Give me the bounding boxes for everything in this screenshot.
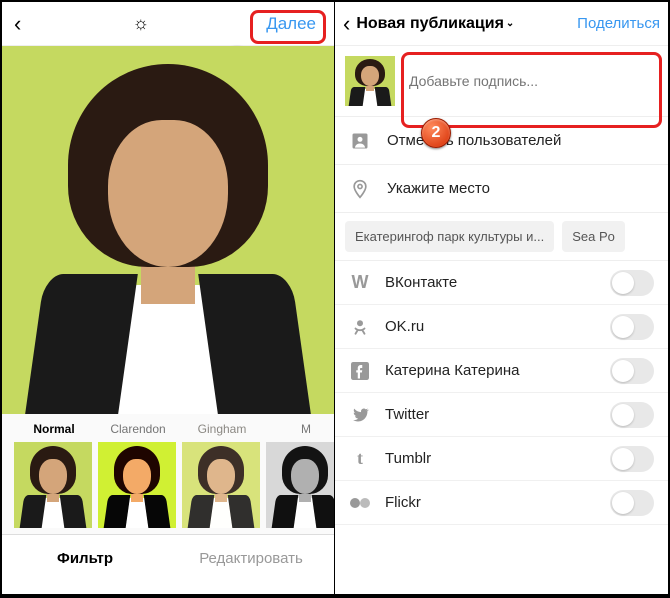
toggle[interactable] bbox=[610, 446, 654, 472]
filter-label: M bbox=[266, 422, 334, 436]
highlight-next bbox=[250, 10, 326, 44]
back-button[interactable]: ‹ bbox=[343, 11, 350, 37]
share-label: Катерина Катерина bbox=[385, 362, 596, 379]
photo-preview[interactable] bbox=[2, 46, 334, 414]
location-icon bbox=[349, 178, 371, 200]
toggle[interactable] bbox=[610, 358, 654, 384]
filter-label: Normal bbox=[14, 422, 94, 436]
flickr-icon bbox=[349, 492, 371, 514]
bottom-tabs: Фильтр Редактировать bbox=[2, 534, 334, 582]
share-twitter[interactable]: Twitter bbox=[335, 393, 668, 437]
share-label: ВКонтакте bbox=[385, 274, 596, 291]
location-label: Укажите место bbox=[387, 180, 490, 197]
brightness-icon[interactable]: ☼ bbox=[133, 13, 150, 34]
share-label: Tumblr bbox=[385, 450, 596, 467]
location-row[interactable]: Укажите место bbox=[335, 165, 668, 213]
back-button[interactable]: ‹ bbox=[14, 11, 21, 37]
tab-filter[interactable]: Фильтр bbox=[2, 535, 168, 582]
tag-users-label: Отметить пользователей bbox=[387, 132, 561, 149]
filter-screen: ‹ ☼ Далее 1 Normal Clarendon Gingham bbox=[2, 2, 335, 594]
filter-more[interactable]: M bbox=[266, 422, 334, 534]
location-chip[interactable]: Екатерингоф парк культуры и... bbox=[345, 221, 554, 252]
vk-icon: W bbox=[349, 272, 371, 294]
filter-label: Gingham bbox=[182, 422, 262, 436]
share-label: Twitter bbox=[385, 406, 596, 423]
toggle[interactable] bbox=[610, 402, 654, 428]
photo-thumbnail[interactable] bbox=[345, 56, 395, 106]
location-suggestions: Екатерингоф парк культуры и... Sea Po bbox=[335, 213, 668, 261]
page-title[interactable]: Новая публикация ⌄ bbox=[356, 15, 571, 33]
share-tumblr[interactable]: t Tumblr bbox=[335, 437, 668, 481]
share-button[interactable]: Поделиться bbox=[577, 15, 660, 32]
header-right: ‹ Новая публикация ⌄ Поделиться bbox=[335, 2, 668, 46]
location-chip[interactable]: Sea Po bbox=[562, 221, 625, 252]
step-badge-2: 2 bbox=[421, 118, 451, 148]
share-facebook[interactable]: Катерина Катерина bbox=[335, 349, 668, 393]
highlight-caption bbox=[401, 52, 662, 128]
tag-users-icon bbox=[349, 130, 371, 152]
toggle[interactable] bbox=[610, 490, 654, 516]
toggle[interactable] bbox=[610, 270, 654, 296]
twitter-icon bbox=[349, 404, 371, 426]
share-ok[interactable]: OK.ru bbox=[335, 305, 668, 349]
share-label: OK.ru bbox=[385, 318, 596, 335]
tab-edit[interactable]: Редактировать bbox=[168, 535, 334, 582]
filters-row: Normal Clarendon Gingham M bbox=[2, 414, 334, 534]
caption-row bbox=[335, 46, 668, 117]
chevron-down-icon: ⌄ bbox=[506, 18, 514, 29]
tumblr-icon: t bbox=[349, 448, 371, 470]
toggle[interactable] bbox=[610, 314, 654, 340]
filter-normal[interactable]: Normal bbox=[14, 422, 94, 534]
share-screen: ‹ Новая публикация ⌄ Поделиться 2 Отмети… bbox=[335, 2, 668, 594]
filter-label: Clarendon bbox=[98, 422, 178, 436]
facebook-icon bbox=[349, 360, 371, 382]
share-label: Flickr bbox=[385, 494, 596, 511]
filter-gingham[interactable]: Gingham bbox=[182, 422, 262, 534]
share-flickr[interactable]: Flickr bbox=[335, 481, 668, 525]
filter-clarendon[interactable]: Clarendon bbox=[98, 422, 178, 534]
title-text: Новая публикация bbox=[356, 15, 504, 33]
share-vk[interactable]: W ВКонтакте bbox=[335, 261, 668, 305]
ok-icon bbox=[349, 316, 371, 338]
